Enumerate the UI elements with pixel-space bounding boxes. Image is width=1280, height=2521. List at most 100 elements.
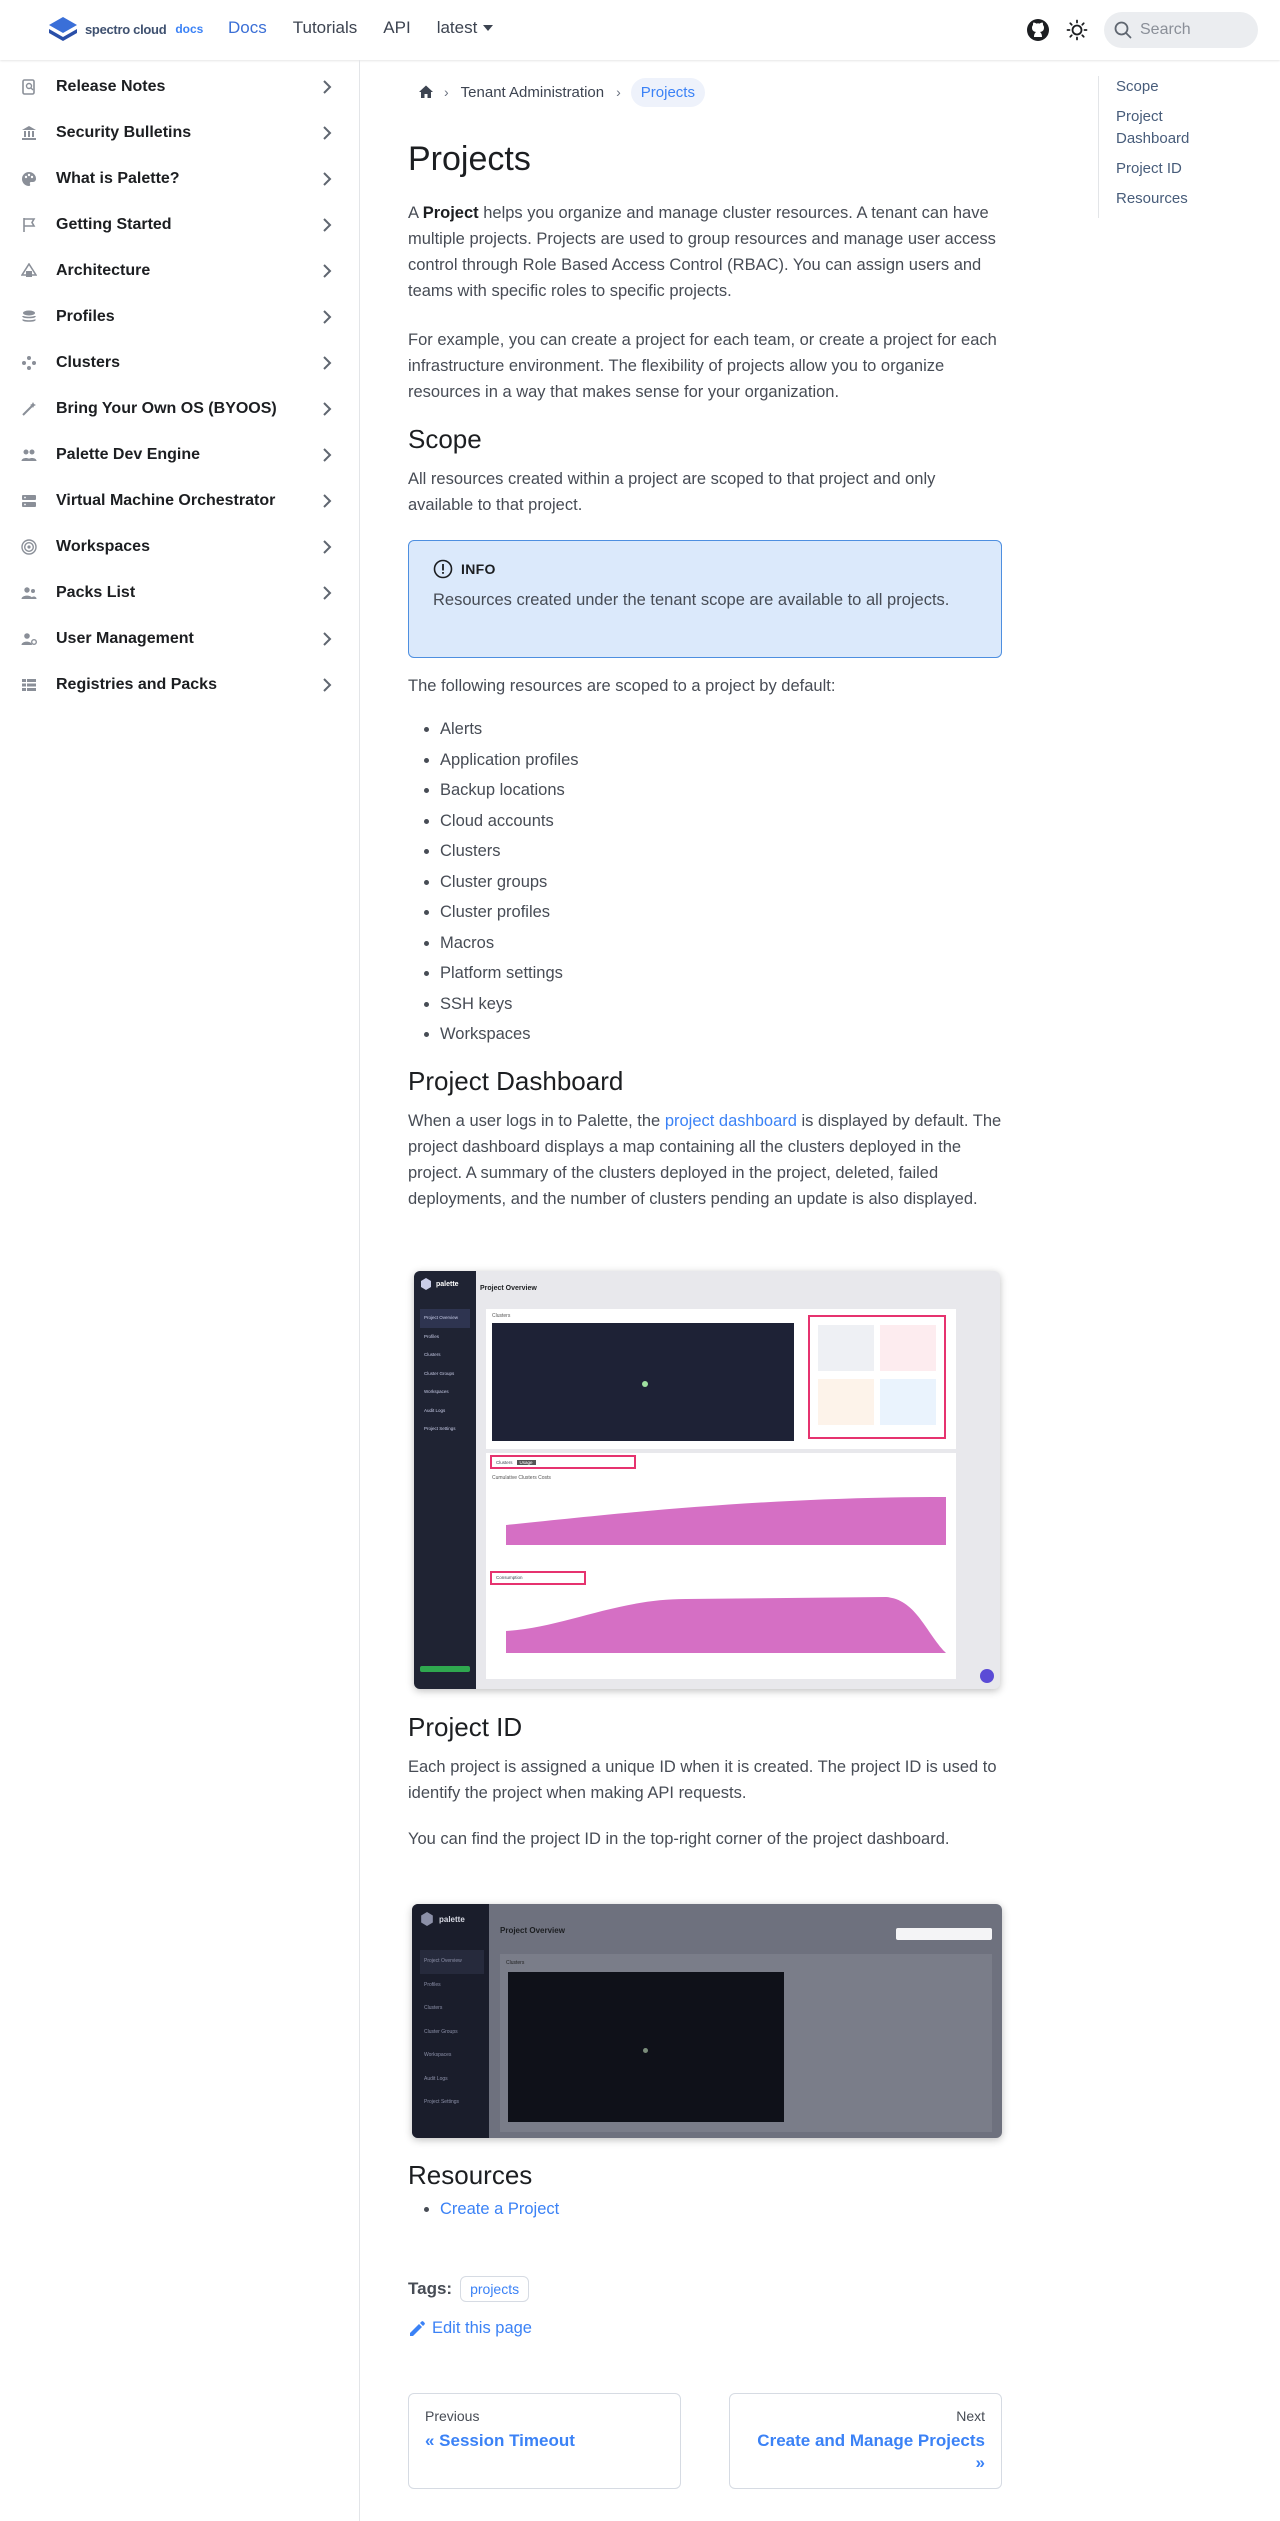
sidebar-item-byoos[interactable]: Bring Your Own OS (BYOOS): [0, 386, 360, 432]
app-nav-item: Workspaces: [424, 2052, 452, 2058]
theme-toggle-sun-icon[interactable]: [1066, 19, 1088, 41]
sidebar-item-label: Workspaces: [56, 538, 150, 555]
pagination-prev[interactable]: Previous « Session Timeout: [408, 2393, 681, 2489]
scope-heading: Scope: [408, 424, 482, 454]
info-admonition: INFO Resources created under the tenant …: [408, 540, 1002, 658]
breadcrumb-separator-icon: ›: [616, 84, 621, 100]
consumption-area-chart: [506, 1597, 946, 1653]
docs-sidebar: Release Notes Security Bulletins What is…: [0, 60, 360, 2521]
app-nav-item: Profiles: [424, 1333, 440, 1339]
resources-list: Create a Project: [440, 2200, 559, 2219]
list-item: Cloud accounts: [440, 806, 579, 837]
sidebar-item-profiles[interactable]: Profiles: [0, 294, 360, 340]
chevron-right-icon: [323, 264, 332, 278]
app-page-title: Project Overview: [500, 1926, 565, 1935]
breadcrumb: › Tenant Administration › Projects: [408, 76, 705, 108]
page-title: Projects: [408, 140, 531, 178]
create-project-link[interactable]: Create a Project: [440, 2200, 559, 2218]
nav-link-tutorials[interactable]: Tutorials: [293, 18, 358, 38]
sidebar-item-user-management[interactable]: User Management: [0, 616, 360, 662]
pencil-icon: [410, 2320, 425, 2336]
breadcrumb-tenant-administration[interactable]: Tenant Administration: [449, 84, 616, 101]
tag-projects[interactable]: projects: [460, 2276, 530, 2302]
help-chat-icon[interactable]: [980, 1669, 994, 1683]
sidebar-item-workspaces[interactable]: Workspaces: [0, 524, 360, 570]
sidebar-item-packs-list[interactable]: Packs List: [0, 570, 360, 616]
project-dashboard-link[interactable]: project dashboard: [665, 1112, 797, 1130]
scope-paragraph: All resources created within a project a…: [408, 470, 936, 514]
sidebar-item-what-is-palette[interactable]: What is Palette?: [0, 156, 360, 202]
app-nav-item: Project Overview: [420, 1950, 484, 1974]
user-gear-icon: [20, 630, 38, 648]
sidebar-item-architecture[interactable]: Architecture: [0, 248, 360, 294]
github-icon[interactable]: [1026, 18, 1050, 42]
brand-suffix: docs: [175, 22, 204, 36]
list-item: Cluster groups: [440, 867, 579, 898]
cumulative-cost-area-chart: [506, 1497, 946, 1545]
edit-page-link[interactable]: Edit this page: [408, 2319, 532, 2338]
pagination-next-label: Next: [956, 2408, 985, 2424]
chevron-right-icon: [323, 448, 332, 462]
nav-link-docs[interactable]: Docs: [228, 18, 267, 38]
sidebar-item-label: Packs List: [56, 584, 136, 601]
search-placeholder: Search: [1140, 21, 1191, 38]
brand-logo[interactable]: spectro cloud docs: [47, 15, 203, 43]
sidebar-item-label: Getting Started: [56, 216, 172, 233]
intro-rest: helps you organize and manage cluster re…: [408, 204, 996, 300]
home-icon[interactable]: [418, 84, 434, 100]
project-dashboard-screenshot: palette Project Overview Profiles Cluste…: [414, 1271, 1000, 1689]
toc-item-project-dashboard[interactable]: Project Dashboard: [1116, 106, 1216, 150]
sidebar-item-getting-started[interactable]: Getting Started: [0, 202, 360, 248]
intro-prefix: A: [408, 204, 419, 222]
search-button[interactable]: Search: [1104, 12, 1258, 48]
sidebar-item-registries-and-packs[interactable]: Registries and Packs: [0, 662, 360, 708]
app-nav-item: Clusters: [424, 1352, 441, 1357]
list-item: Application profiles: [440, 745, 579, 776]
spectro-cloud-logo-icon: [49, 17, 77, 41]
cluster-map: [508, 1972, 784, 2122]
sidebar-item-label: Palette Dev Engine: [56, 446, 201, 463]
version-dropdown[interactable]: latest: [437, 18, 494, 38]
tab-usage[interactable]: Usage: [516, 1459, 536, 1465]
sidebar-item-label: Profiles: [56, 308, 115, 325]
dashboard-prefix: When a user logs in to Palette, the: [408, 1112, 661, 1130]
sidebar-item-clusters[interactable]: Clusters: [0, 340, 360, 386]
brand-name: spectro cloud: [85, 21, 167, 37]
sidebar-item-release-notes[interactable]: Release Notes: [0, 64, 360, 110]
map-label: Clusters: [506, 1960, 525, 1966]
scoped-intro: The following resources are scoped to a …: [408, 677, 836, 695]
list-item: Workspaces: [440, 1019, 579, 1050]
list-item: Clusters: [440, 836, 579, 867]
wand-icon: [20, 400, 38, 418]
intro-bold: Project: [422, 204, 479, 222]
sidebar-item-palette-dev-engine[interactable]: Palette Dev Engine: [0, 432, 360, 478]
toc-item-scope[interactable]: Scope: [1116, 76, 1258, 98]
app-brand: palette: [439, 1914, 465, 1924]
sidebar-item-label: Architecture: [56, 262, 151, 279]
project-id-paragraph: Each project is assigned a unique ID whe…: [408, 1758, 997, 1802]
cluster-summary-highlight: [808, 1315, 946, 1439]
app-sidebar: palette Project Overview Profiles Cluste…: [412, 1904, 489, 2138]
intro-paragraph: A Project helps you organize and manage …: [408, 200, 1002, 304]
map-pin-icon: [642, 1381, 648, 1387]
layers-icon: [20, 308, 38, 326]
nav-link-api[interactable]: API: [383, 18, 410, 38]
app-sidebar: palette Project Overview Profiles Cluste…: [414, 1271, 476, 1689]
toc-item-resources[interactable]: Resources: [1116, 188, 1258, 210]
project-id-screenshot: palette Project Overview Profiles Cluste…: [412, 1904, 1002, 2138]
toc-item-project-id[interactable]: Project ID: [1116, 158, 1258, 180]
sidebar-item-virtual-machine-orchestrator[interactable]: Virtual Machine Orchestrator: [0, 478, 360, 524]
pagination-next[interactable]: Next Create and Manage Projects »: [729, 2393, 1002, 2489]
caret-down-icon: [483, 25, 494, 31]
info-text: Resources created under the tenant scope…: [433, 591, 950, 609]
sidebar-item-label: Release Notes: [56, 78, 166, 95]
palette-icon: [20, 170, 38, 188]
scoped-resources-list: Alerts Application profiles Backup locat…: [440, 714, 579, 1050]
chevron-right-icon: [323, 218, 332, 232]
tab-clusters[interactable]: Clusters: [496, 1460, 513, 1465]
app-page-title: Project Overview: [480, 1285, 537, 1292]
chevron-right-icon: [323, 172, 332, 186]
summary-card: [818, 1379, 874, 1425]
sidebar-item-security-bulletins[interactable]: Security Bulletins: [0, 110, 360, 156]
list-item: Alerts: [440, 714, 579, 745]
